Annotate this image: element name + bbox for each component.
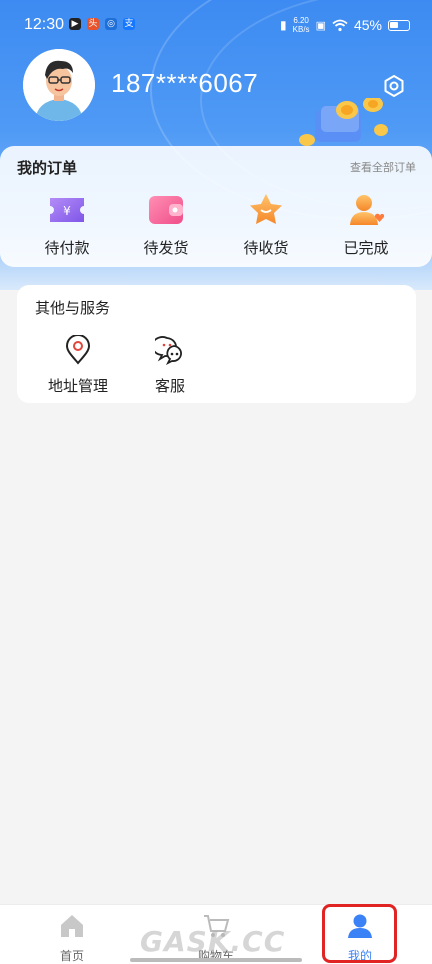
payment-ticket-icon: ¥ xyxy=(50,198,84,222)
status-bar: 12:30 ▶ 头 ◎ 支 ▮ 6.20 KB/s ▣ 45% xyxy=(0,0,432,50)
user-heart-icon xyxy=(350,195,385,225)
settings-icon[interactable] xyxy=(382,74,406,98)
order-pending-shipment[interactable]: 待发货 xyxy=(131,193,201,258)
avatar-illustration xyxy=(23,49,95,121)
vibrate-icon: ▮ xyxy=(280,18,287,32)
status-indicators: ▮ 6.20 KB/s ▣ 45% xyxy=(280,16,410,34)
service-customer-support[interactable]: 客服 xyxy=(147,335,193,396)
watermark: GASK.CC xyxy=(140,925,286,958)
services-title: 其他与服务 xyxy=(35,299,111,317)
svg-text:¥: ¥ xyxy=(63,204,71,218)
order-completed[interactable]: 已完成 xyxy=(331,193,401,258)
video-app-icon: ▶ xyxy=(69,18,81,30)
news-app-icon: 头 xyxy=(87,18,99,30)
orders-title: 我的订单 xyxy=(17,159,78,177)
sim-icon: ▣ xyxy=(315,19,326,32)
highlight-annotation xyxy=(322,904,397,963)
order-pending-payment[interactable]: ¥ 待付款 xyxy=(32,193,102,258)
wifi-icon xyxy=(332,19,348,31)
service-address[interactable]: 地址管理 xyxy=(47,334,109,396)
battery-percent: 45% xyxy=(353,17,382,33)
order-pending-receipt[interactable]: 待收货 xyxy=(231,193,301,258)
user-phone: 187****6067 xyxy=(111,68,259,98)
avatar[interactable] xyxy=(23,49,95,121)
coins-decoration-icon xyxy=(299,98,388,146)
orders-card: 我的订单 查看全部订单 ¥ 待付款 待发货 待收货 已完成 xyxy=(0,146,432,267)
home-indicator xyxy=(130,958,302,962)
home-icon xyxy=(61,915,83,937)
alipay-app-icon: 支 xyxy=(123,18,135,30)
tab-home[interactable]: 首页 xyxy=(37,913,107,964)
wallet-icon xyxy=(149,196,183,224)
location-pin-icon xyxy=(65,334,91,365)
chat-icon xyxy=(151,336,182,366)
view-all-orders-link[interactable]: 查看全部订单 xyxy=(350,159,416,175)
star-icon xyxy=(250,194,282,224)
browser-app-icon: ◎ xyxy=(105,18,117,30)
net-speed: 6.20 KB/s xyxy=(292,16,310,34)
services-card: 其他与服务 地址管理 客服 xyxy=(17,285,416,403)
status-time: 12:30 xyxy=(24,16,65,33)
battery-icon xyxy=(388,19,410,31)
